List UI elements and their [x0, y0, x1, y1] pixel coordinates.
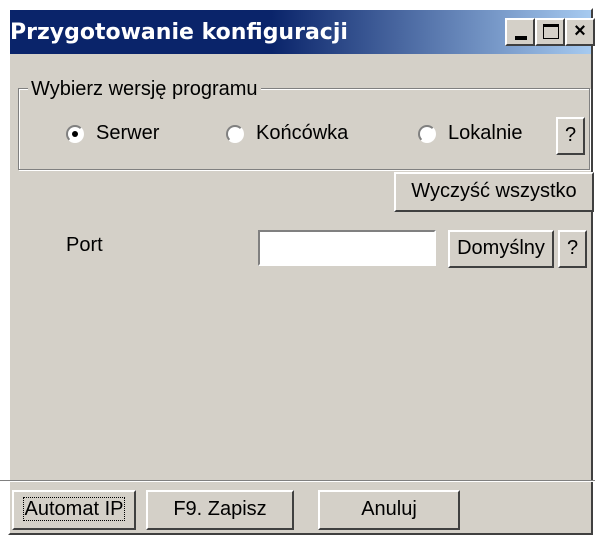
radio-label-koncowka: Końcówka [256, 122, 349, 144]
radio-indicator-selected[interactable] [66, 124, 84, 143]
cancel-button[interactable]: Anuluj [318, 490, 460, 530]
auto-ip-button[interactable]: Automat IP [12, 490, 136, 530]
radio-label-serwer: Serwer [96, 122, 160, 144]
minimize-button[interactable] [505, 18, 535, 46]
clear-all-button[interactable]: Wyczyść wszystko [394, 172, 594, 212]
radio-lokalnie[interactable]: Lokalnie [418, 122, 523, 145]
window-title: Przygotowanie konfiguracji [10, 20, 348, 45]
footer-divider [0, 480, 595, 482]
radio-serwer[interactable]: Serwer [66, 122, 159, 145]
close-button[interactable]: × [565, 18, 595, 46]
minimize-icon [515, 36, 527, 40]
maximize-icon [543, 24, 559, 39]
radio-koncowka[interactable]: Końcówka [226, 122, 348, 145]
version-help-button[interactable]: ? [556, 117, 585, 155]
port-label: Port [66, 234, 103, 256]
radio-indicator[interactable] [226, 124, 244, 143]
radio-label-lokalnie: Lokalnie [448, 122, 523, 144]
title-bar[interactable]: Przygotowanie konfiguracji × [10, 10, 595, 54]
port-input[interactable] [258, 230, 436, 266]
version-group-legend: Wybierz wersję programu [28, 78, 261, 101]
close-icon: × [574, 20, 586, 42]
maximize-button[interactable] [535, 18, 565, 46]
auto-ip-label: Automat IP [22, 497, 126, 521]
save-button[interactable]: F9. Zapisz [146, 490, 294, 530]
radio-indicator[interactable] [418, 124, 436, 143]
default-port-button[interactable]: Domyślny [448, 230, 554, 268]
port-help-button[interactable]: ? [558, 230, 587, 268]
